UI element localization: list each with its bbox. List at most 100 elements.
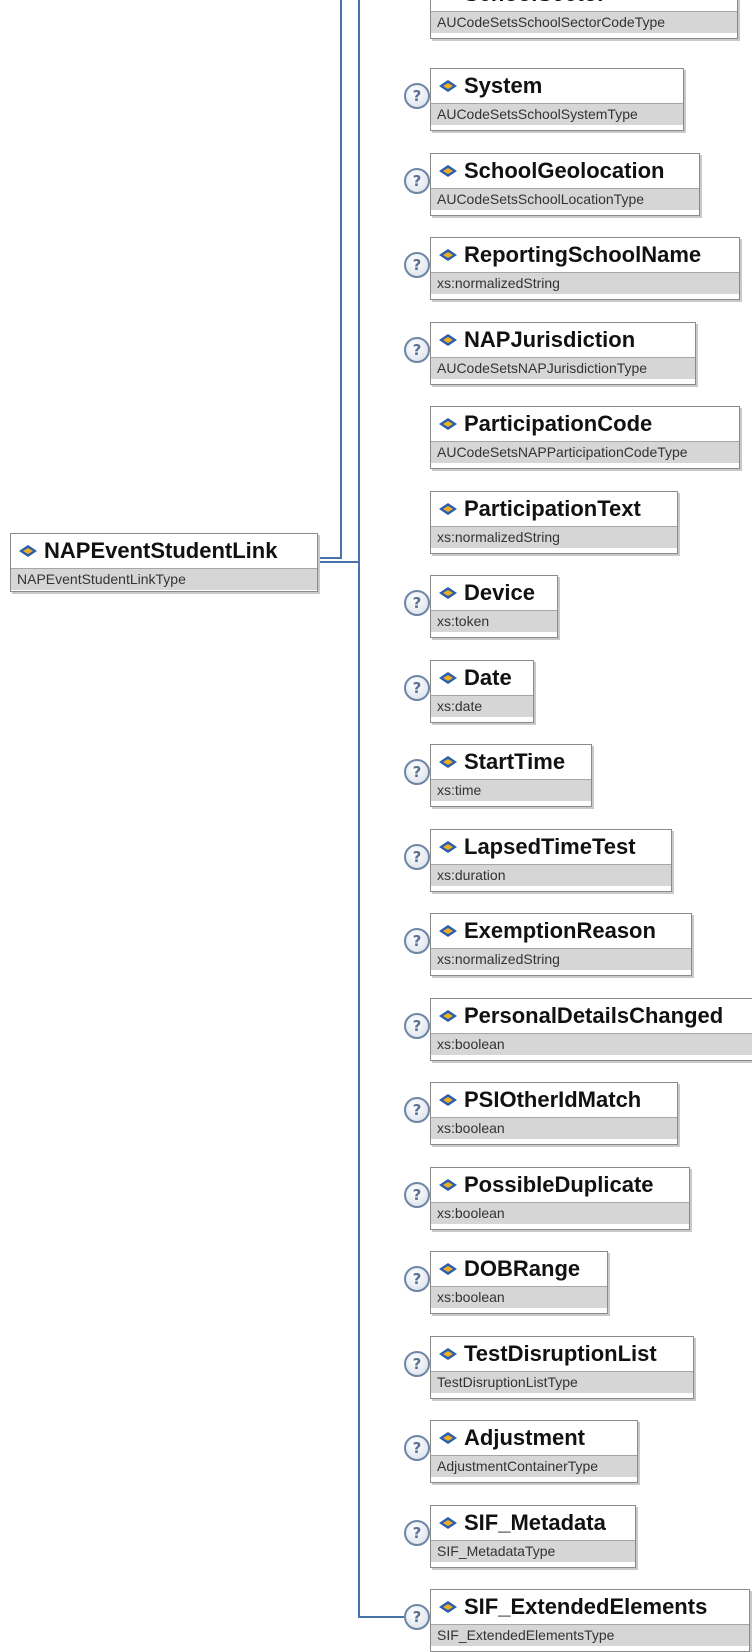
element-name: SchoolSector <box>464 0 606 7</box>
element-box[interactable]: ParticipationText xs:normalizedString <box>430 491 678 554</box>
element-icon <box>439 80 457 92</box>
element-box[interactable]: SchoolSector AUCodeSetsSchoolSectorCodeTy… <box>430 0 738 39</box>
element-type: xs:boolean <box>431 1202 689 1224</box>
element-name-row: Device <box>431 576 557 610</box>
element-name: SIF_Metadata <box>464 1510 606 1535</box>
element-name: Date <box>464 665 512 690</box>
element-box[interactable]: Date xs:date <box>430 660 534 723</box>
element-name: ParticipationText <box>464 496 641 521</box>
element-name-row: SchoolSector <box>431 0 737 11</box>
element-name: NAPJurisdiction <box>464 327 636 352</box>
element-type: xs:normalizedString <box>431 948 691 970</box>
element-icon <box>439 1348 457 1360</box>
element-box[interactable]: DOBRange xs:boolean <box>430 1251 608 1314</box>
optional-icon: ? <box>404 168 430 194</box>
element-icon <box>439 841 457 853</box>
optional-icon: ? <box>404 759 430 785</box>
element-box[interactable]: ExemptionReason xs:normalizedString <box>430 913 692 976</box>
element-type: xs:boolean <box>431 1286 607 1308</box>
element-type: xs:date <box>431 695 533 717</box>
element-box[interactable]: ParticipationCode AUCodeSetsNAPParticipat… <box>430 406 740 469</box>
element-box[interactable]: PersonalDetailsChanged xs:boolean <box>430 998 752 1061</box>
root-element-box[interactable]: NAPEventStudentLink NAPEventStudentLinkT… <box>10 533 318 592</box>
optional-icon: ? <box>404 1182 430 1208</box>
element-name-row: StartTime <box>431 745 591 779</box>
element-type: xs:normalizedString <box>431 526 677 548</box>
element-type: AUCodeSetsSchoolLocationType <box>431 188 699 210</box>
element-type: xs:boolean <box>431 1033 752 1055</box>
element-name: System <box>464 73 543 98</box>
element-box[interactable]: System AUCodeSetsSchoolSystemType <box>430 68 684 131</box>
element-name: ExemptionReason <box>464 918 656 943</box>
element-name: PSIOtherIdMatch <box>464 1087 642 1112</box>
element-box[interactable]: LapsedTimeTest xs:duration <box>430 829 672 892</box>
optional-icon: ? <box>404 337 430 363</box>
element-icon <box>439 587 457 599</box>
element-name-row: ParticipationText <box>431 492 677 526</box>
element-name: StartTime <box>464 749 566 774</box>
optional-icon: ? <box>404 1097 430 1123</box>
element-box[interactable]: SIF_ExtendedElements SIF_ExtendedElements… <box>430 1589 750 1652</box>
element-type: SIF_MetadataType <box>431 1540 635 1562</box>
optional-icon: ? <box>404 844 430 870</box>
element-name: ReportingSchoolName <box>464 242 702 267</box>
element-box[interactable]: SIF_Metadata SIF_MetadataType <box>430 1505 636 1568</box>
element-name: Adjustment <box>464 1425 585 1450</box>
element-name: DOBRange <box>464 1256 581 1281</box>
element-box[interactable]: ReportingSchoolName xs:normalizedString <box>430 237 740 300</box>
element-box[interactable]: SchoolGeolocation AUCodeSetsSchoolLocatio… <box>430 153 700 216</box>
element-name-row: PossibleDuplicate <box>431 1168 689 1202</box>
element-box[interactable]: TestDisruptionList TestDisruptionListType <box>430 1336 694 1399</box>
element-name-row: NAPJurisdiction <box>431 323 695 357</box>
element-name: PossibleDuplicate <box>464 1172 654 1197</box>
element-name: Device <box>464 580 535 605</box>
root-element-name-row: NAPEventStudentLink <box>11 534 317 568</box>
element-box[interactable]: Device xs:token <box>430 575 558 638</box>
connector-upper-left <box>340 0 342 559</box>
element-type: TestDisruptionListType <box>431 1371 693 1393</box>
element-name-row: System <box>431 69 683 103</box>
element-icon <box>439 925 457 937</box>
optional-icon: ? <box>404 1604 430 1630</box>
element-name-row: PersonalDetailsChanged <box>431 999 752 1033</box>
element-type: xs:time <box>431 779 591 801</box>
element-type: xs:token <box>431 610 557 632</box>
optional-icon: ? <box>404 928 430 954</box>
connector-last-branch <box>358 1616 404 1618</box>
element-name-row: ParticipationCode <box>431 407 739 441</box>
element-icon <box>439 249 457 261</box>
element-name: SchoolGeolocation <box>464 158 665 183</box>
element-box[interactable]: StartTime xs:time <box>430 744 592 807</box>
element-name-row: Date <box>431 661 533 695</box>
optional-icon: ? <box>404 252 430 278</box>
element-box[interactable]: NAPJurisdiction AUCodeSetsNAPJurisdiction… <box>430 322 696 385</box>
optional-icon: ? <box>404 83 430 109</box>
root-element-type: NAPEventStudentLinkType <box>11 568 317 590</box>
optional-icon: ? <box>404 1351 430 1377</box>
element-box[interactable]: Adjustment AdjustmentContainerType <box>430 1420 638 1483</box>
element-icon <box>19 545 37 557</box>
element-icon <box>439 756 457 768</box>
element-icon <box>439 1517 457 1529</box>
element-type: xs:duration <box>431 864 671 886</box>
schema-diagram: NAPEventStudentLink NAPEventStudentLinkT… <box>0 0 752 1652</box>
element-name: PersonalDetailsChanged <box>464 1003 724 1028</box>
element-icon <box>439 1263 457 1275</box>
element-type: xs:normalizedString <box>431 272 739 294</box>
optional-icon: ? <box>404 1013 430 1039</box>
element-icon <box>439 1010 457 1022</box>
element-type: xs:boolean <box>431 1117 677 1139</box>
connector-trunk <box>358 561 360 1618</box>
element-type: AdjustmentContainerType <box>431 1455 637 1477</box>
element-name: TestDisruptionList <box>464 1341 657 1366</box>
optional-icon: ? <box>404 1266 430 1292</box>
element-type: SIF_ExtendedElementsType <box>431 1624 749 1646</box>
element-name-row: SIF_ExtendedElements <box>431 1590 749 1624</box>
element-box[interactable]: PossibleDuplicate xs:boolean <box>430 1167 690 1230</box>
optional-icon: ? <box>404 1435 430 1461</box>
element-name-row: LapsedTimeTest <box>431 830 671 864</box>
element-box[interactable]: PSIOtherIdMatch xs:boolean <box>430 1082 678 1145</box>
element-type: AUCodeSetsNAPParticipationCodeType <box>431 441 739 463</box>
element-icon <box>439 1179 457 1191</box>
element-name: SIF_ExtendedElements <box>464 1594 708 1619</box>
